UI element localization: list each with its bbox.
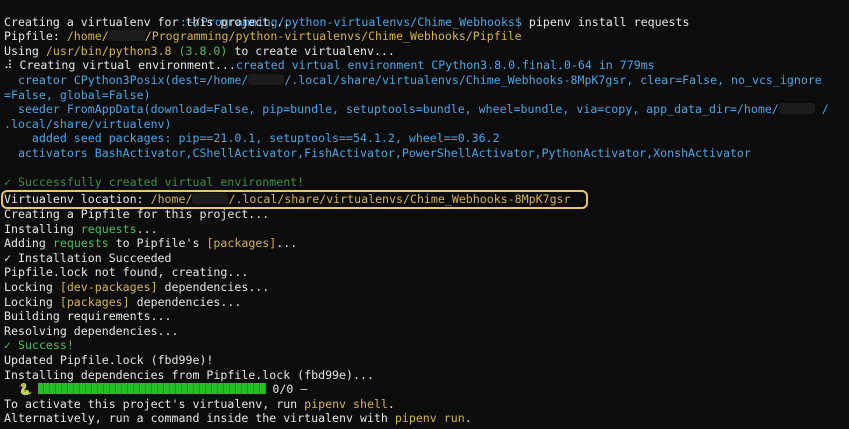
snake-spinner-icon: 🐍	[4, 382, 33, 397]
output-line: =False, global=False)	[4, 87, 151, 102]
command-text: pipenv install requests	[521, 14, 690, 29]
output-line: To activate this project's virtualenv, r…	[4, 396, 395, 411]
output-line: Installing dependencies from Pipfile.loc…	[4, 367, 374, 382]
output-line: seeder FromAppData(download=False, pip=b…	[4, 102, 829, 117]
output-line: Creating a virtualenv for this project..…	[4, 14, 291, 29]
output-line: Installing requests...	[4, 221, 158, 236]
output-line: creator CPython3Posix(dest=/home//.local…	[4, 73, 822, 87]
progress-line: 🐍 0/0 —	[4, 382, 307, 397]
output-line: ✓ Installation Succeeded	[4, 250, 172, 265]
success-line: ✓ Success!	[4, 338, 74, 353]
output-line: Creating a Pipfile for this project...	[4, 207, 270, 221]
output-line: Pipfile.lock not found, creating...	[4, 265, 249, 280]
output-line: .local/share/virtualenv)	[4, 116, 172, 131]
progress-count: 0/0 —	[272, 382, 308, 397]
output-line: Locking [packages] dependencies...	[4, 294, 242, 309]
output-line: activators BashActivator,CShellActivator…	[4, 146, 751, 160]
redacted-username	[248, 74, 285, 85]
success-line: ✓ Successfully created virtual environme…	[4, 175, 305, 190]
output-line: Updated Pipfile.lock (fbd99e)!	[4, 353, 214, 367]
output-line: added seed packages: pip==21.0.1, setupt…	[4, 131, 500, 146]
redacted-username	[192, 193, 229, 204]
output-line: Pipfile: /home//Programming/python-virtu…	[4, 29, 522, 44]
redacted-username	[108, 30, 145, 42]
terminal-window[interactable]: :~/Programming/python-virtualenvs/Chime_…	[0, 0, 849, 429]
output-line: Alternatively, run a command inside the …	[4, 411, 472, 426]
redacted-username	[778, 103, 815, 115]
output-line: Building requirements...	[4, 309, 172, 324]
prompt-line: :~/Programming/python-virtualenvs/Chime_…	[4, 0, 689, 29]
virtualenv-location-line: Virtualenv location: /home//.local/share…	[4, 192, 571, 206]
install-progress-bar	[38, 383, 267, 395]
output-line: Adding requests to Pipfile's [packages].…	[4, 236, 298, 251]
output-line: ⠼ Creating virtual environment...created…	[4, 58, 655, 73]
output-line: Using /usr/bin/python3.8 (3.8.0) to crea…	[4, 43, 395, 58]
output-line: Locking [dev-packages] dependencies...	[4, 280, 270, 294]
output-line: Resolving dependencies...	[4, 323, 179, 338]
